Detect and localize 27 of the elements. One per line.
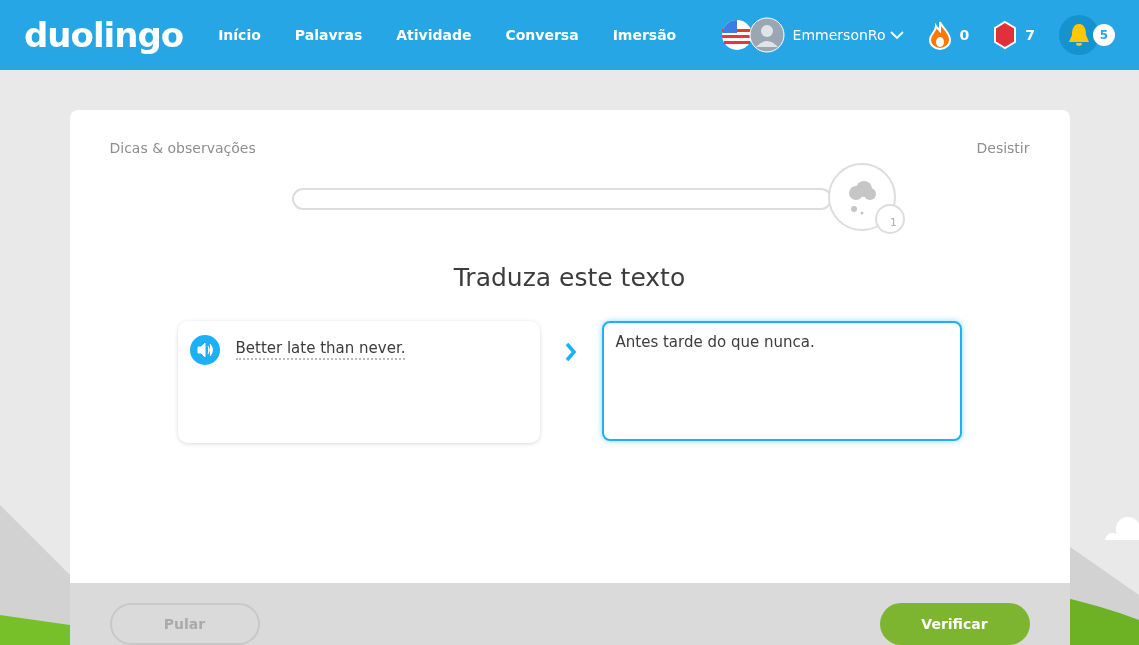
nav-link[interactable]: Palavras	[277, 24, 380, 46]
nav-link[interactable]: Conversa	[488, 24, 596, 46]
username[interactable]: EmmersonRo	[792, 24, 886, 46]
speaker-icon[interactable]	[189, 334, 220, 365]
streak-count: 0	[959, 25, 970, 45]
gem-icon	[993, 20, 1018, 50]
notification-count: 5	[1093, 24, 1115, 46]
gem-count: 7	[1025, 25, 1035, 45]
nav-link[interactable]: Imersão	[595, 24, 694, 46]
chevron-down-icon[interactable]	[889, 30, 904, 40]
duolingo-logo[interactable]: duolingo	[24, 18, 184, 52]
check-button[interactable]: Verificar	[879, 603, 1030, 645]
quit-link[interactable]: Desistir	[976, 138, 1030, 159]
chevron-right-icon	[563, 340, 578, 363]
hints-link[interactable]: Dicas & observações	[109, 138, 256, 159]
flag-icon	[720, 19, 753, 51]
flame-icon	[927, 20, 952, 50]
exercise-title: Traduza este texto	[453, 262, 686, 294]
avatar[interactable]	[748, 17, 785, 53]
notifications-button[interactable]	[1059, 15, 1099, 55]
hint-count: 1	[890, 216, 897, 230]
bell-icon	[1068, 23, 1090, 47]
nav-link[interactable]: Atividade	[379, 24, 489, 46]
source-sentence[interactable]: Better late than never.	[235, 338, 406, 360]
nav-link[interactable]: Início	[201, 24, 278, 46]
answer-field[interactable]: Antes tarde do que nunca.	[601, 320, 962, 441]
cloud-bubble-icon	[827, 163, 908, 235]
